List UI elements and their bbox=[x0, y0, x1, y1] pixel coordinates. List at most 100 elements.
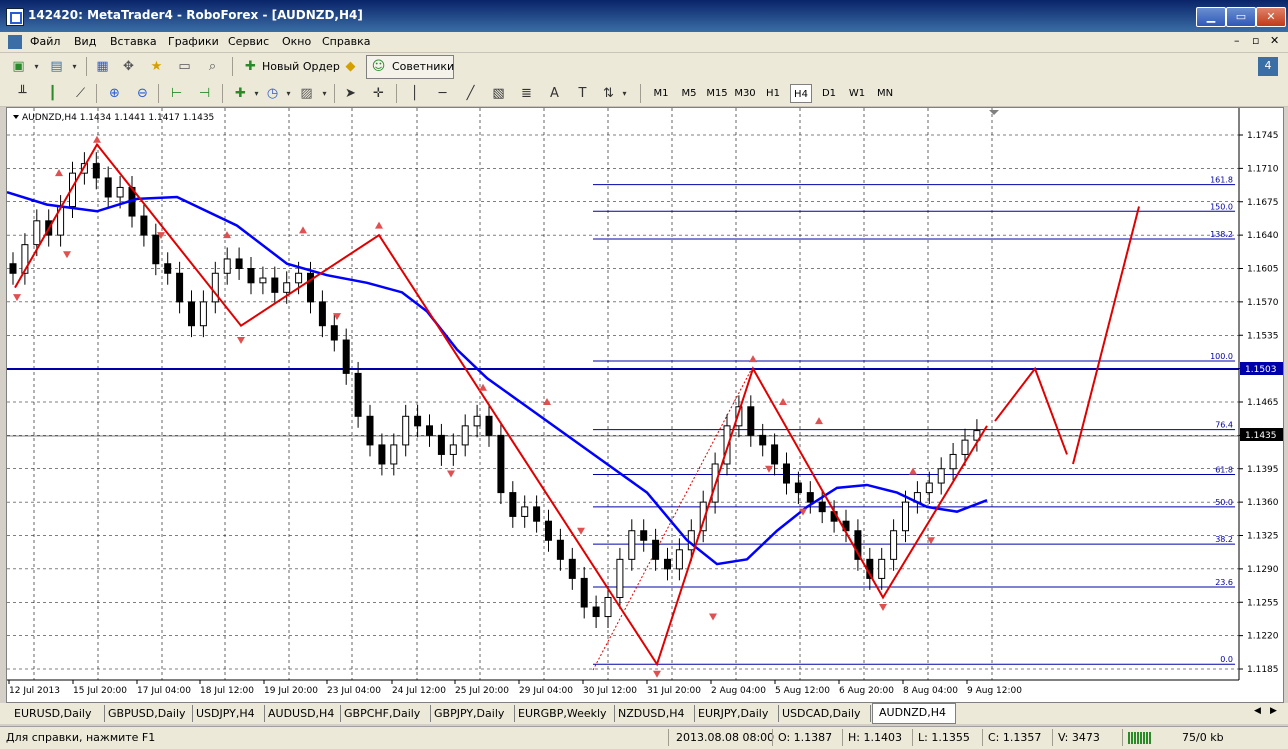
candle-body bbox=[497, 434, 505, 494]
maximize-button[interactable]: ▭ bbox=[1226, 7, 1256, 27]
fractal-up-arrow-icon bbox=[375, 221, 383, 229]
panel-badge-icon[interactable]: 4 bbox=[1258, 57, 1278, 76]
zoom-in-icon[interactable]: ⊕ bbox=[106, 85, 123, 102]
tf-mn[interactable]: MN bbox=[874, 84, 896, 103]
navigator-icon[interactable]: ★ bbox=[148, 58, 165, 75]
mdi-close-button[interactable]: ✕ bbox=[1270, 34, 1279, 47]
periods-dropdown-icon[interactable]: ▾ bbox=[280, 85, 297, 102]
candle-body bbox=[485, 415, 493, 436]
tab-eurusd-daily[interactable]: EURUSD,Daily bbox=[10, 705, 105, 722]
tab-gbpchf-daily[interactable]: GBPCHF,Daily bbox=[340, 705, 431, 722]
tf-w1[interactable]: W1 bbox=[846, 84, 868, 103]
text-label-icon[interactable]: A bbox=[546, 85, 563, 102]
candle-body bbox=[402, 415, 410, 446]
chart-shift-icon[interactable]: ⊣ bbox=[196, 85, 213, 102]
tf-m30[interactable]: M30 bbox=[734, 84, 756, 103]
new-chart-dropdown-icon[interactable]: ▾ bbox=[28, 58, 45, 75]
fractal-up-arrow-icon bbox=[815, 417, 823, 425]
fractal-up-arrow-icon bbox=[779, 398, 787, 405]
chart-info: AUDNZD,H4 1.1434 1.1441 1.1417 1.1435 bbox=[22, 113, 214, 123]
fractal-down-arrow-icon bbox=[709, 613, 717, 621]
profiles-icon[interactable]: ▤ bbox=[48, 58, 65, 75]
new-order-icon[interactable]: ✚ bbox=[242, 58, 259, 75]
templates-dropdown-icon[interactable]: ▾ bbox=[316, 85, 333, 102]
price-tick-label: 1.1395 bbox=[1247, 465, 1279, 475]
horizontal-line-icon[interactable]: ─ bbox=[434, 85, 451, 102]
new-order-button[interactable]: Новый Ордер bbox=[262, 58, 340, 75]
tab-audnzd-h4[interactable]: AUDNZD,H4 bbox=[872, 703, 956, 724]
candle-body bbox=[747, 406, 755, 436]
chart-canvas[interactable]: 161.8 150.0 138.2 100.0 76.4 61.8 50.0 38.2 23.6… bbox=[7, 108, 1283, 702]
templates-icon[interactable]: ▨ bbox=[298, 85, 315, 102]
candle-body bbox=[580, 577, 588, 608]
metatrader-app-icon[interactable] bbox=[6, 8, 24, 26]
candle-body bbox=[640, 530, 648, 541]
tf-h1[interactable]: H1 bbox=[762, 84, 784, 103]
bar-chart-icon[interactable]: ╨ bbox=[14, 85, 31, 102]
alert-icon[interactable]: ◆ bbox=[342, 58, 359, 75]
fractal-down-arrow-icon bbox=[653, 670, 661, 678]
close-button[interactable]: ✕ bbox=[1256, 7, 1286, 27]
indicators-dropdown-icon[interactable]: ▾ bbox=[248, 85, 265, 102]
menu-file[interactable]: Файл bbox=[30, 35, 60, 48]
connection-status-icon[interactable] bbox=[1128, 732, 1152, 744]
fractal-arrows bbox=[13, 135, 935, 678]
tab-audusd-h4[interactable]: AUDUSD,H4 bbox=[264, 705, 341, 722]
text-box-icon[interactable]: T bbox=[574, 85, 591, 102]
candle-body bbox=[545, 520, 552, 541]
fibonacci-icon[interactable]: ≣ bbox=[518, 85, 535, 102]
menu-insert[interactable]: Вставка bbox=[110, 35, 157, 48]
tf-m15[interactable]: M15 bbox=[706, 84, 728, 103]
time-tick-label: 6 Aug 20:00 bbox=[839, 686, 894, 696]
periods-icon[interactable]: ◷ bbox=[264, 85, 281, 102]
indicators-icon[interactable]: ✚ bbox=[232, 85, 249, 102]
menu-charts[interactable]: Графики bbox=[168, 35, 219, 48]
tab-eurgbp-weekly[interactable]: EURGBP,Weekly bbox=[514, 705, 615, 722]
mdi-minimize-button[interactable]: – bbox=[1234, 34, 1240, 47]
tf-m1[interactable]: M1 bbox=[650, 84, 672, 103]
equidistant-channel-icon[interactable]: ▧ bbox=[490, 85, 507, 102]
tf-d1[interactable]: D1 bbox=[818, 84, 840, 103]
chart-window-icon[interactable] bbox=[8, 35, 22, 49]
tab-nzdusd-h4[interactable]: NZDUSD,H4 bbox=[614, 705, 695, 722]
line-chart-icon[interactable]: ⟋ bbox=[72, 85, 89, 102]
status-traffic: 75/0 kb bbox=[1182, 731, 1224, 744]
auto-scroll-icon[interactable]: ⊢ bbox=[168, 85, 185, 102]
crosshair-icon[interactable]: ✛ bbox=[370, 85, 387, 102]
tab-eurjpy-daily[interactable]: EURJPY,Daily bbox=[694, 705, 779, 722]
mdi-restore-button[interactable]: ▫ bbox=[1252, 34, 1259, 47]
menu-help[interactable]: Справка bbox=[322, 35, 370, 48]
trendline-icon[interactable]: ╱ bbox=[462, 85, 479, 102]
time-tick-label: 15 Jul 20:00 bbox=[73, 686, 127, 696]
fib-level-label: 0.0 bbox=[1220, 655, 1233, 664]
menu-tools[interactable]: Сервис bbox=[228, 35, 269, 48]
market-watch-icon[interactable]: ▦ bbox=[94, 58, 111, 75]
candlestick-icon[interactable]: ┃ bbox=[44, 85, 61, 102]
tab-gbpusd-daily[interactable]: GBPUSD,Daily bbox=[104, 705, 193, 722]
minimize-button[interactable]: ▁ bbox=[1196, 7, 1226, 27]
tf-m5[interactable]: M5 bbox=[678, 84, 700, 103]
data-window-icon[interactable]: ✥ bbox=[120, 58, 137, 75]
cursor-icon[interactable]: ➤ bbox=[342, 85, 359, 102]
tabs-scroll-right-icon[interactable]: ▶ bbox=[1270, 706, 1277, 716]
tab-usdjpy-h4[interactable]: USDJPY,H4 bbox=[192, 705, 265, 722]
new-chart-icon[interactable]: ▣ bbox=[10, 58, 27, 75]
arrows-icon[interactable]: ⇅ bbox=[600, 85, 617, 102]
menu-window[interactable]: Окно bbox=[282, 35, 311, 48]
terminal-icon[interactable]: ▭ bbox=[176, 58, 193, 75]
status-high: H: 1.1403 bbox=[848, 731, 902, 744]
tab-usdcad-daily[interactable]: USDCAD,Daily bbox=[778, 705, 871, 722]
strategy-tester-icon[interactable]: ⌕ bbox=[204, 58, 221, 75]
profiles-dropdown-icon[interactable]: ▾ bbox=[66, 58, 83, 75]
tf-h4[interactable]: H4 bbox=[790, 84, 812, 103]
tabs-scroll-left-icon[interactable]: ◀ bbox=[1254, 706, 1261, 716]
arrows-dropdown-icon[interactable]: ▾ bbox=[616, 85, 633, 102]
candle-body bbox=[104, 177, 112, 198]
time-tick-label: 31 Jul 20:00 bbox=[647, 686, 701, 696]
chart-window[interactable]: 161.8 150.0 138.2 100.0 76.4 61.8 50.0 38.2 23.6… bbox=[6, 107, 1284, 703]
menu-view[interactable]: Вид bbox=[74, 35, 96, 48]
zoom-out-icon[interactable]: ⊖ bbox=[134, 85, 151, 102]
time-tick-label: 9 Aug 12:00 bbox=[967, 686, 1022, 696]
tab-gbpjpy-daily[interactable]: GBPJPY,Daily bbox=[430, 705, 515, 722]
vertical-line-icon[interactable]: │ bbox=[406, 85, 423, 102]
